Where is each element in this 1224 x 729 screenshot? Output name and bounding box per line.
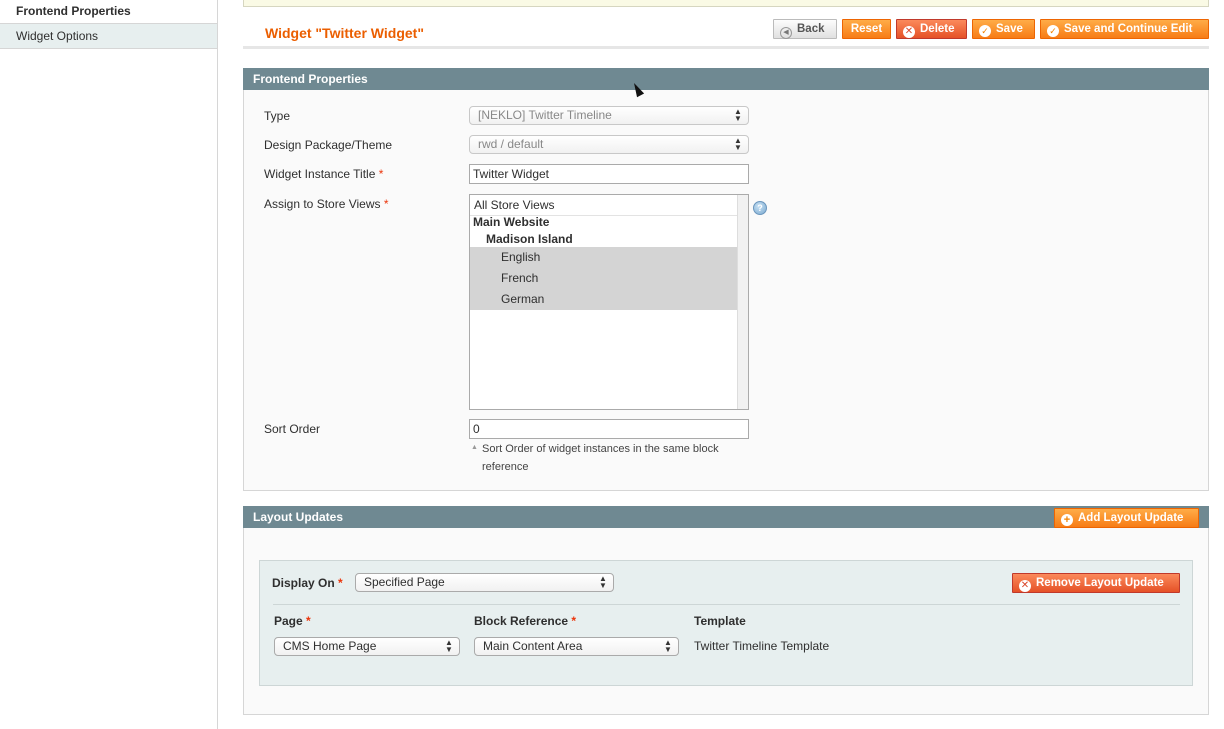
block-reference-select[interactable]: Main Content Area ▲ ▼ (474, 637, 679, 656)
store-group-madison-island: Madison Island (486, 232, 573, 246)
instance-title-label-text: Widget Instance Title (264, 167, 376, 181)
remove-layout-update-label: Remove Layout Update (1036, 577, 1164, 589)
store-option-german[interactable]: German (470, 289, 738, 310)
sort-order-note: Sort Order of widget instances in the sa… (482, 443, 719, 473)
instance-title-label: Widget Instance Title * (264, 167, 383, 181)
type-value: [NEKLO] Twitter Timeline (478, 108, 612, 122)
back-arrow-icon: ◀ (780, 27, 792, 39)
template-value: Twitter Timeline Template (694, 639, 830, 653)
page-select[interactable]: CMS Home Page ▲ ▼ (274, 637, 460, 656)
store-group-main-website: Main Website (473, 215, 550, 229)
delete-icon: ✕ (903, 26, 915, 38)
select-arrows-icon: ▲ ▼ (445, 638, 453, 654)
message-strip (243, 0, 1209, 7)
check-icon: ✓ (979, 25, 991, 37)
theme-value: rwd / default (478, 137, 544, 151)
layout-update-divider (273, 604, 1180, 605)
display-on-value: Specified Page (364, 575, 445, 589)
remove-layout-update-button[interactable]: ✕ Remove Layout Update (1012, 573, 1180, 593)
display-on-select[interactable]: Specified Page ▲ ▼ (355, 573, 614, 592)
template-column-header: Template (694, 614, 746, 628)
theme-select[interactable]: rwd / default ▲ ▼ (469, 135, 749, 154)
store-views-label-text: Assign to Store Views (264, 197, 381, 211)
sort-order-label: Sort Order (264, 422, 321, 436)
type-select[interactable]: [NEKLO] Twitter Timeline ▲ ▼ (469, 106, 749, 125)
display-on-label: Display On * (272, 576, 343, 590)
block-reference-column-header: Block Reference * (474, 614, 576, 628)
select-arrows-icon: ▲ ▼ (734, 136, 742, 152)
add-layout-update-label: Add Layout Update (1078, 512, 1184, 524)
multiselect-scrollbar[interactable] (737, 195, 748, 409)
reset-label: Reset (850, 23, 883, 35)
delete-button[interactable]: ✕ Delete (896, 19, 967, 39)
store-option-english[interactable]: English (470, 247, 738, 268)
sort-order-input[interactable]: 0 (469, 419, 749, 439)
select-arrows-icon: ▲ ▼ (664, 638, 672, 654)
page-title: Widget "Twitter Widget" (265, 25, 424, 41)
reset-button[interactable]: Reset (842, 19, 891, 39)
instance-title-input[interactable]: Twitter Widget (469, 164, 749, 184)
store-option-french[interactable]: French (470, 268, 738, 289)
required-asterisk: * (571, 614, 577, 628)
page-column-header: Page * (274, 614, 311, 628)
page-label-text: Page (274, 614, 303, 628)
required-asterisk: * (306, 614, 311, 628)
theme-label: Design Package/Theme (264, 138, 393, 152)
note-arrow-icon: ▲ (471, 444, 478, 451)
sidebar: Frontend Properties Widget Options (0, 0, 218, 729)
add-layout-update-button[interactable]: + Add Layout Update (1054, 508, 1199, 528)
store-views-multiselect[interactable]: All Store Views Main Website Madison Isl… (469, 194, 749, 410)
tab-widget-options[interactable]: Widget Options (0, 24, 217, 49)
page-value: CMS Home Page (283, 639, 377, 653)
back-label: Back (797, 23, 825, 35)
header-divider (243, 46, 1209, 49)
required-asterisk: * (338, 576, 343, 590)
back-button[interactable]: ◀ Back (773, 19, 837, 39)
save-label: Save (996, 23, 1023, 35)
required-asterisk: * (378, 167, 384, 181)
type-label: Type (264, 109, 291, 123)
select-arrows-icon: ▲ ▼ (599, 574, 607, 590)
question-icon[interactable]: ? (753, 201, 767, 215)
block-label-text: Block Reference (474, 614, 569, 628)
store-views-label: Assign to Store Views * (264, 197, 389, 211)
block-reference-value: Main Content Area (483, 639, 583, 653)
plus-icon: + (1061, 514, 1073, 526)
required-asterisk: * (383, 197, 389, 211)
save-continue-label: Save and Continue Edit (1064, 23, 1193, 35)
remove-icon: ✕ (1019, 580, 1031, 592)
save-button[interactable]: ✓ Save (972, 19, 1035, 39)
frontend-properties-header: Frontend Properties (243, 68, 1209, 90)
delete-label: Delete (920, 23, 955, 35)
tab-frontend-properties[interactable]: Frontend Properties (0, 0, 217, 24)
check-icon: ✓ (1047, 25, 1059, 37)
display-on-label-text: Display On (272, 576, 335, 590)
select-arrows-icon: ▲ ▼ (734, 107, 742, 123)
save-continue-button[interactable]: ✓ Save and Continue Edit (1040, 19, 1209, 39)
